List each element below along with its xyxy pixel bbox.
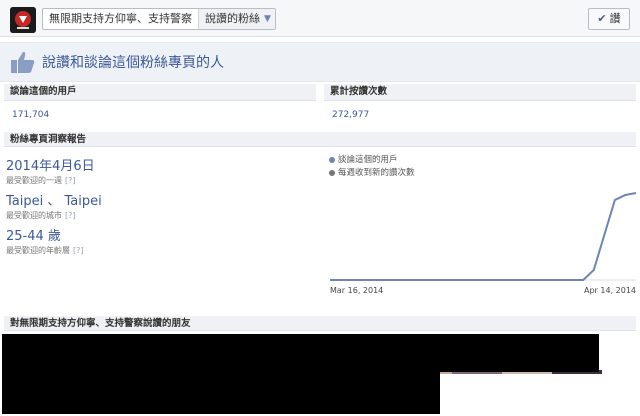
popular-city-item: Taipei 、 Taipei 最受歡迎的城市 [?] <box>6 190 102 221</box>
talking-about-box: 談論這個的用戶 171,704 <box>4 84 316 124</box>
popular-age-value: 25-44 歲 <box>6 229 61 244</box>
top-bar: 無限期支持方仰寧、支持警察 說讚的粉絲 ▼ ✔ 讚 <box>0 0 640 37</box>
total-likes-label: 累計按讚次數 <box>324 84 636 101</box>
help-link[interactable]: [?] <box>65 211 76 220</box>
x-tick-label: Mar 16, 2014 <box>330 286 384 295</box>
popular-week-value: 2014年4月6日 <box>6 159 95 174</box>
total-likes-box: 累計按讚次數 272,977 <box>324 84 636 124</box>
help-link[interactable]: [?] <box>65 176 76 185</box>
popular-city-label: 最受歡迎的城市 <box>6 211 62 220</box>
popular-city-value: Taipei 、 Taipei <box>6 194 102 209</box>
x-tick-label: Apr 14, 2014 <box>584 286 637 295</box>
thumbs-up-icon <box>10 50 36 74</box>
talking-about-label: 談論這個的用戶 <box>4 84 316 101</box>
friends-heading: 對無限期支持方仰寧、支持警察說讚的朋友 <box>4 316 636 331</box>
liked-button-label: 讚 <box>609 12 621 25</box>
redacted-friends-block <box>2 334 599 372</box>
check-icon: ✔ <box>597 12 607 25</box>
popular-age-label: 最受歡迎的年齡層 <box>6 246 70 255</box>
total-likes-value[interactable]: 272,977 <box>324 101 636 129</box>
series-line-0[interactable] <box>330 192 637 281</box>
page-logo-icon[interactable] <box>10 7 36 33</box>
breadcrumb-page-name[interactable]: 無限期支持方仰寧、支持警察 <box>43 9 199 29</box>
popular-week-item: 2014年4月6日 最受歡迎的一週 [?] <box>6 155 95 186</box>
line-chart-svg <box>330 192 637 281</box>
page-header: 說讚和談論這個粉絲專頁的人 <box>0 42 640 82</box>
page-title: 說讚和談論這個粉絲專頁的人 <box>42 55 224 71</box>
redacted-friends-block <box>2 372 440 414</box>
chevron-down-icon: ▼ <box>264 14 271 24</box>
popular-age-item: 25-44 歲 最受歡迎的年齡層 [?] <box>6 225 84 256</box>
talking-about-value[interactable]: 171,704 <box>4 101 316 129</box>
liked-button[interactable]: ✔ 讚 <box>588 8 630 30</box>
insights-heading: 粉絲專頁洞察報告 <box>4 132 636 147</box>
popular-week-label: 最受歡迎的一週 <box>6 176 62 185</box>
help-link[interactable]: [?] <box>73 246 84 255</box>
section-dropdown-label: 說讚的粉絲 <box>205 12 260 25</box>
section-dropdown[interactable]: 說讚的粉絲 ▼ <box>199 9 275 29</box>
insights-line-chart <box>326 150 638 300</box>
page-breadcrumb: 無限期支持方仰寧、支持警察 說讚的粉絲 ▼ <box>42 8 276 30</box>
